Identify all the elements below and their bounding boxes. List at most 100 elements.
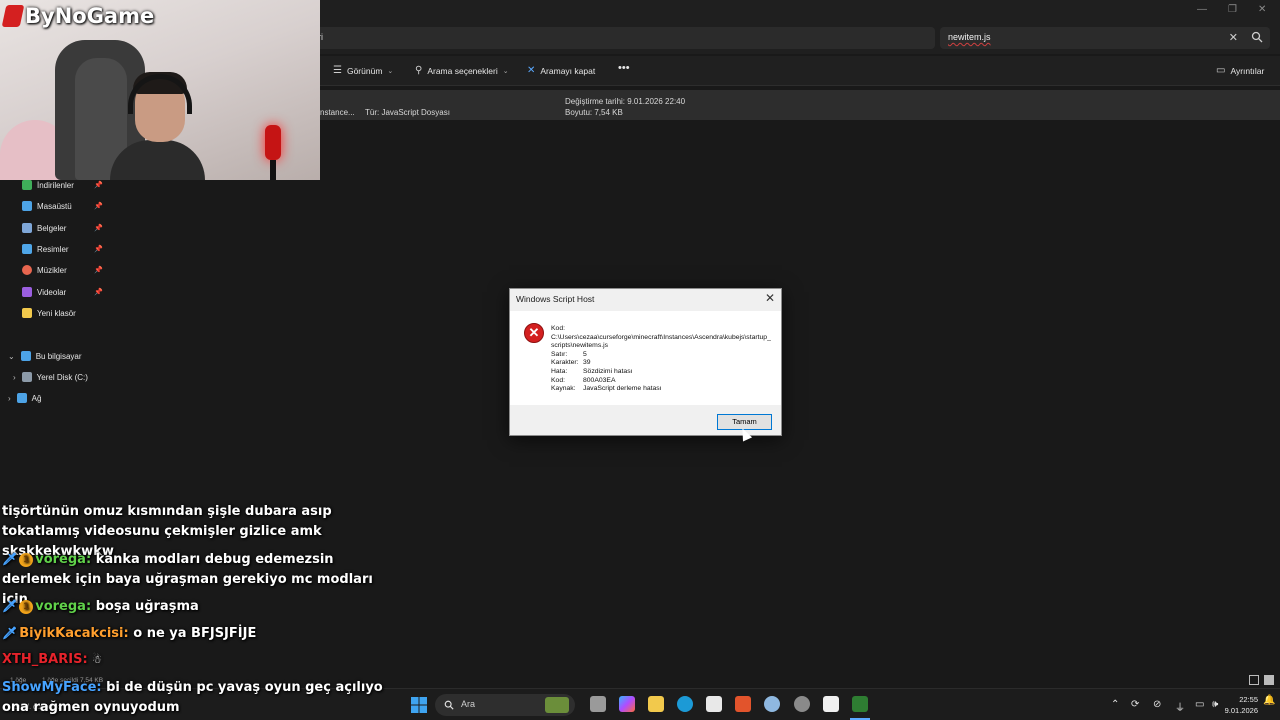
error-source-row: Kaynak: JavaScript derleme hatası: [551, 385, 773, 394]
sidebar-item-label: Yerel Disk (C:): [36, 372, 88, 382]
desktop-icon: [22, 201, 32, 211]
script-path: C:\Users\cezaa\curseforge\minecraft\Inst…: [551, 333, 771, 350]
pin-icon: 📌: [94, 267, 103, 274]
sidebar-item-desktop[interactable]: Masaüstü: [22, 197, 72, 215]
pictures-icon: [22, 244, 32, 254]
close-window-icon[interactable]: ✕: [1258, 4, 1266, 15]
details-pane-icon: ▭: [1216, 65, 1226, 76]
error-type-row: Hata: Sözdizimi hatası: [551, 368, 773, 377]
channel-logo: ByNoGame: [1, 4, 155, 28]
sidebar-item-music[interactable]: Müzikler: [22, 261, 67, 279]
row-key: Kaynak:: [551, 385, 576, 393]
chevron-right-icon[interactable]: ›: [8, 394, 11, 403]
sidebar-item-label: Videolar: [37, 287, 67, 297]
store-icon[interactable]: [706, 696, 722, 712]
notifications-icon[interactable]: 🔔: [1263, 695, 1275, 706]
chat-username: XTH_BARIS:: [2, 652, 88, 667]
clear-search-icon[interactable]: ✕: [1229, 31, 1238, 44]
volume-icon[interactable]: 🕪: [1212, 699, 1218, 710]
more-label: •••: [618, 62, 630, 74]
capcut-icon[interactable]: [823, 696, 839, 712]
copilot-icon[interactable]: [619, 696, 635, 712]
edge-icon[interactable]: [677, 696, 693, 712]
view-button[interactable]: ☰ Görünüm ⌄: [333, 65, 393, 76]
sidebar-item-network[interactable]: › Ağ: [8, 389, 41, 407]
row-value: 5: [583, 350, 587, 358]
search-highlight-icon: [545, 697, 569, 713]
obs-icon[interactable]: [794, 696, 810, 712]
sidebar-item-documents[interactable]: Belgeler: [22, 219, 66, 237]
sidebar-item-pictures[interactable]: Resimler: [22, 240, 69, 258]
sidebar-item-videos[interactable]: Videolar: [22, 283, 66, 301]
chat-text: boşa uğraşma: [95, 599, 199, 614]
network-icon: [16, 393, 27, 403]
result-size: Boyutu: 7,54 KB: [565, 108, 623, 117]
file-explorer-icon[interactable]: [648, 696, 664, 712]
minimize-icon[interactable]: —: [1197, 4, 1207, 15]
error-line-row: Satır: 5: [551, 351, 773, 360]
folder-icon: [22, 308, 32, 318]
monitor-tray-icon[interactable]: ▭: [1195, 699, 1204, 710]
sync-icon[interactable]: ⟳: [1131, 699, 1139, 710]
row-key: Satır:: [551, 350, 568, 358]
tray-overflow-icon[interactable]: ⌃: [1111, 699, 1119, 710]
chevron-down-icon: ⌄: [502, 67, 509, 75]
emote-icon: ☃: [92, 653, 103, 666]
sidebar-item-label: Yeni klasör: [37, 308, 76, 318]
sidebar-item-label: İndirilenler: [37, 180, 74, 190]
details-view-icon[interactable]: [1249, 675, 1259, 685]
tiles-view-icon[interactable]: [1264, 675, 1274, 685]
coin-badge-icon: 1: [19, 600, 34, 614]
sidebar-item-label: Ağ: [31, 393, 42, 403]
dialog-title: Windows Script Host: [516, 294, 595, 304]
videos-icon: [22, 287, 32, 297]
chat-username: ShowMyFace:: [2, 680, 102, 695]
view-label: Görünüm: [346, 65, 383, 76]
app-icon[interactable]: [764, 696, 780, 712]
sidebar-item-local-disk[interactable]: › Yerel Disk (C:): [13, 368, 88, 386]
microphone-stand: [270, 160, 276, 180]
windows-start-icon[interactable]: [411, 697, 427, 713]
taskbar-clock[interactable]: 22:55 9.01.2026: [1225, 694, 1258, 716]
pin-icon: 📌: [94, 246, 103, 253]
pin-icon: 📌: [94, 289, 103, 296]
sword-badge-icon: 🗡: [2, 599, 18, 613]
dialog-body: ✕ Kod: C:\Users\cezaa\curseforge\minecra…: [510, 311, 781, 405]
download-icon: [22, 180, 32, 190]
network-tray-icon[interactable]: ⊘: [1153, 699, 1161, 710]
close-search-button[interactable]: ✕ Aramayı kapat: [527, 65, 595, 76]
clock-date: 9.01.2026: [1224, 706, 1258, 715]
desktop-screen: — ❐ ✕ ri newitem.js ✕ ☰ Görünüm ⌄ ⚲ Aram…: [0, 0, 1280, 720]
sidebar-item-new-folder[interactable]: Yeni klasör: [22, 304, 76, 322]
logo-text: ByNoGame: [25, 4, 155, 28]
drive-icon: [21, 372, 32, 382]
details-label: Ayrıntılar: [1230, 65, 1265, 76]
address-bar[interactable]: ri: [310, 27, 935, 49]
minecraft-launcher-icon[interactable]: [852, 696, 868, 712]
task-view-icon[interactable]: [590, 696, 606, 712]
chevron-right-icon[interactable]: ›: [13, 373, 16, 382]
taskbar-search[interactable]: Ara: [435, 694, 575, 716]
row-value: Sözdizimi hatası: [583, 367, 633, 375]
sidebar-item-this-pc[interactable]: ⌄ Bu bilgisayar: [8, 347, 82, 365]
sidebar-item-label: Masaüstü: [37, 201, 72, 211]
close-search-label: Aramayı kapat: [540, 65, 596, 76]
sword-badge-icon: 🗡: [2, 552, 18, 566]
search-options-button[interactable]: ⚲ Arama seçenekleri ⌄: [415, 65, 509, 76]
chevron-down-icon[interactable]: ⌄: [8, 352, 15, 361]
search-input[interactable]: newitem.js ✕: [940, 27, 1270, 49]
documents-icon: [22, 223, 32, 233]
search-icon: [444, 700, 454, 710]
details-pane-button[interactable]: ▭ Ayrıntılar: [1216, 65, 1264, 76]
more-options-button[interactable]: •••: [618, 62, 630, 74]
chat-message: ShowMyFace: bi de düşün pc yavaş oyun ge…: [2, 678, 402, 718]
sidebar-item-label: Bu bilgisayar: [35, 351, 82, 361]
brave-icon[interactable]: [735, 696, 751, 712]
error-char-row: Karakter: 39: [551, 359, 773, 368]
maximize-icon[interactable]: ❐: [1228, 4, 1237, 15]
close-icon[interactable]: ✕: [765, 291, 775, 305]
search-icon[interactable]: [1251, 31, 1263, 43]
row-value: JavaScript derleme hatası: [583, 385, 662, 393]
chat-message: 🗡 BiyikKacakcisi: o ne ya BFJSJFİJE: [2, 623, 402, 644]
mic-tray-icon[interactable]: ⏚: [1175, 699, 1185, 714]
